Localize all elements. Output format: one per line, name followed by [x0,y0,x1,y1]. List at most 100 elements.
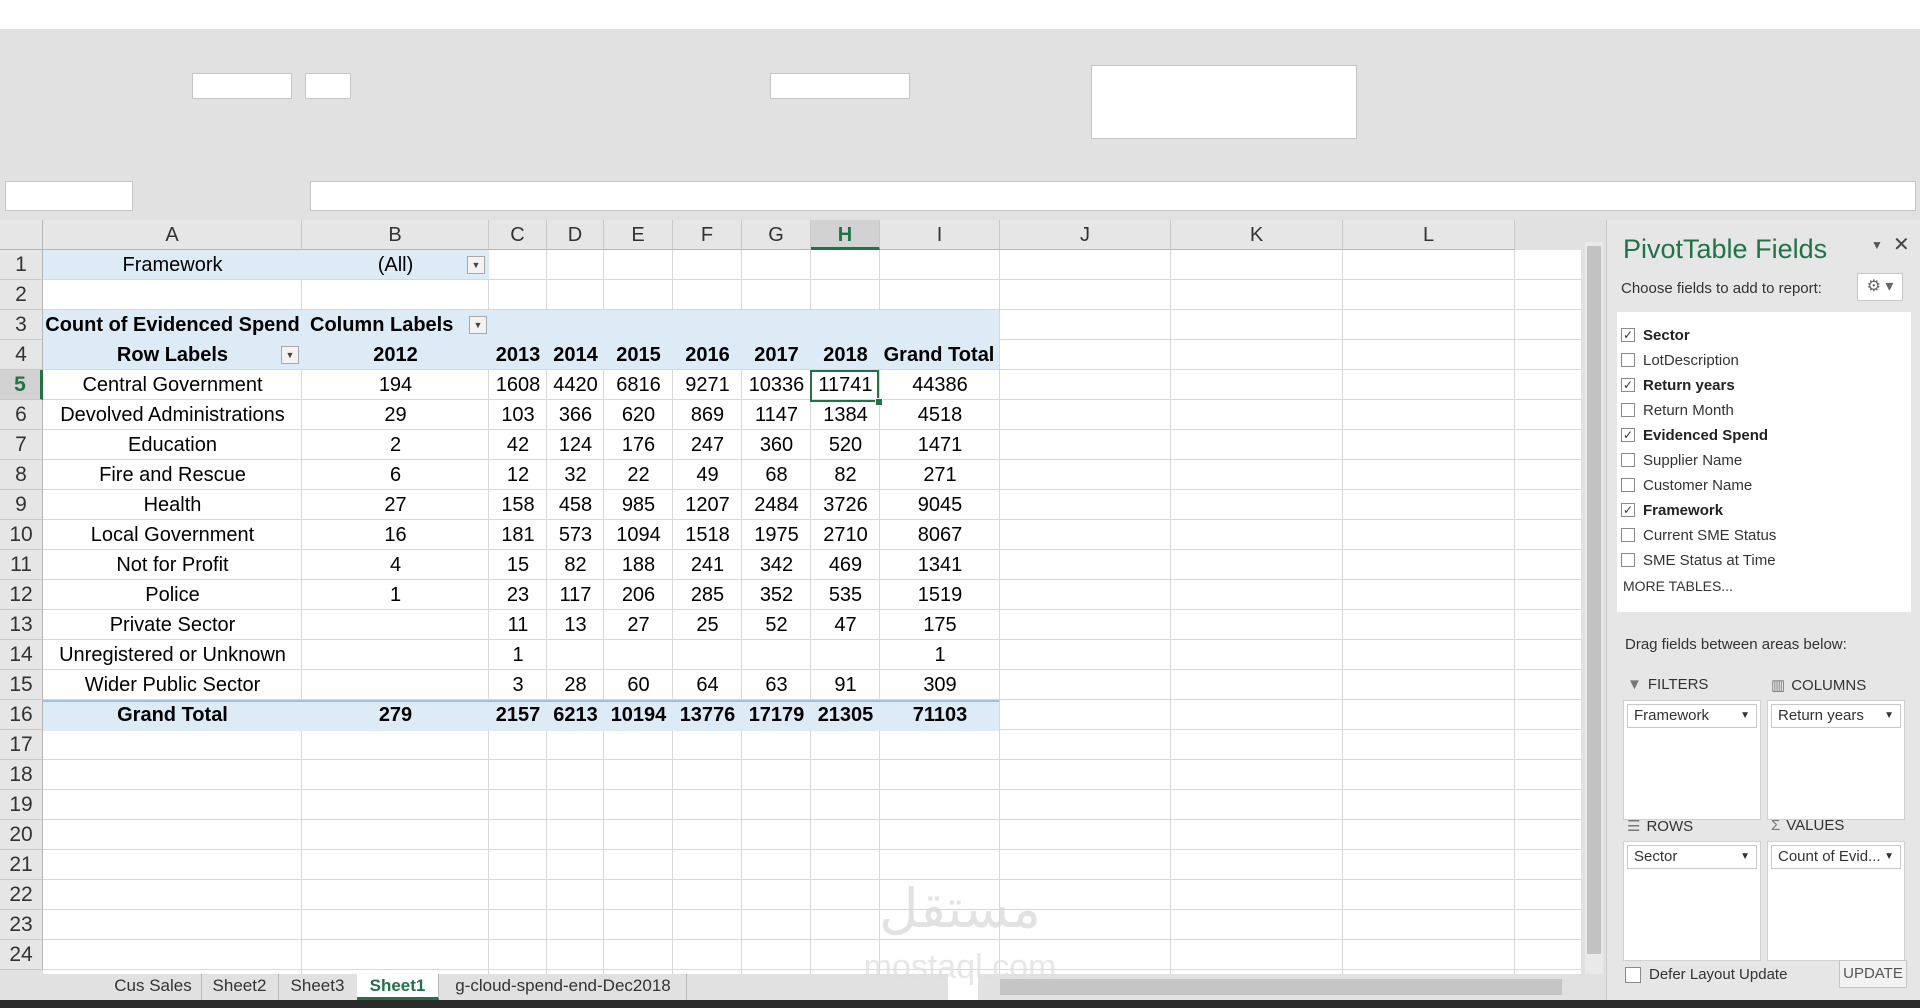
column-header-k[interactable]: K [1171,220,1343,250]
row-header-18[interactable]: 18 [0,760,43,790]
pivot-row-value[interactable]: 117 [547,580,604,610]
column-header-h[interactable]: H [811,220,880,250]
pivot-row-value[interactable]: 1384 [811,400,880,430]
pivot-row-label[interactable]: Police [43,580,302,610]
row-header-24[interactable]: 24 [0,940,43,970]
font-name-box[interactable] [192,73,292,99]
year-header-2018[interactable]: 2018 [811,340,880,370]
rows-field-pill[interactable]: Sector ▼ [1627,845,1757,869]
pivot-row-value[interactable]: 2484 [742,490,811,520]
pivot-row-value[interactable] [604,640,673,670]
pivot-row-value[interactable]: 47 [811,610,880,640]
sheet-tab[interactable]: Sheet1 [357,974,439,1000]
row-header-12[interactable]: 12 [0,580,43,610]
rows-area[interactable]: Sector ▼ [1623,841,1761,961]
row-header-3[interactable]: 3 [0,310,43,340]
pivot-row-value[interactable]: 520 [811,430,880,460]
grand-total-header-cell[interactable]: Grand Total [879,340,999,370]
column-header-j[interactable]: J [1000,220,1171,250]
pivot-row-total[interactable]: 9045 [880,490,1000,520]
pivot-row-value[interactable]: 176 [604,430,673,460]
pivot-row-value[interactable]: 60 [604,670,673,700]
pivot-row-value[interactable]: 13 [547,610,604,640]
column-header-l[interactable]: L [1343,220,1515,250]
pivot-row-value[interactable]: 1 [302,580,489,610]
pivot-row-total[interactable]: 1471 [880,430,1000,460]
pivot-row-label[interactable]: Central Government [43,370,302,400]
pivot-row-value[interactable]: 49 [673,460,742,490]
row-header-1[interactable]: 1 [0,250,43,280]
cell-area[interactable]: Framework (All) ▼ Count of Evidenced Spe… [43,250,1581,974]
pivot-row-total[interactable]: 1341 [880,550,1000,580]
filter-value-cell[interactable]: (All) [302,250,489,280]
pivot-row-label[interactable]: Not for Profit [43,550,302,580]
row-header-15[interactable]: 15 [0,670,43,700]
filters-area[interactable]: Framework ▼ [1623,700,1761,820]
pivot-row-label[interactable]: Education [43,430,302,460]
pivot-row-label[interactable]: Unregistered or Unknown [43,640,302,670]
year-header-2012[interactable]: 2012 [302,340,489,370]
year-header-2016[interactable]: 2016 [673,340,742,370]
pivot-row-value[interactable]: 342 [742,550,811,580]
grand-total-row-value[interactable]: 279 [302,700,489,730]
pivot-row-value[interactable]: 9271 [673,370,742,400]
row-header-7[interactable]: 7 [0,430,43,460]
pivot-row-value[interactable]: 25 [673,610,742,640]
filter-label-cell[interactable]: Framework [43,250,302,280]
column-header-b[interactable]: B [302,220,489,250]
filters-field-pill[interactable]: Framework ▼ [1627,704,1757,728]
pivot-row-value[interactable]: 32 [547,460,604,490]
more-tables-link[interactable]: MORE TABLES... [1623,578,1733,594]
pivot-row-value[interactable]: 247 [673,430,742,460]
pivot-row-value[interactable]: 3726 [811,490,880,520]
year-header-2014[interactable]: 2014 [547,340,604,370]
pivot-row-value[interactable]: 1 [489,640,547,670]
pivot-row-value[interactable]: 91 [811,670,880,700]
pivot-row-value[interactable]: 42 [489,430,547,460]
column-header-i[interactable]: I [880,220,1000,250]
pivot-row-value[interactable]: 82 [811,460,880,490]
sheet-tab[interactable]: g-cloud-spend-end-Dec2018 [440,974,687,1000]
row-header-14[interactable]: 14 [0,640,43,670]
field-checkbox[interactable]: ✓ [1621,328,1635,342]
grand-total-row-value[interactable]: 13776 [673,700,742,730]
pivot-row-value[interactable]: 620 [604,400,673,430]
pivot-row-value[interactable] [302,610,489,640]
field-checkbox[interactable]: ✓ [1621,428,1635,442]
pivot-row-value[interactable]: 360 [742,430,811,460]
pivot-row-value[interactable]: 1207 [673,490,742,520]
number-format-box[interactable] [770,73,910,99]
pivot-row-value[interactable] [547,640,604,670]
columns-field-pill[interactable]: Return years ▼ [1771,704,1901,728]
select-all-corner[interactable] [0,220,43,250]
field-checkbox[interactable] [1621,553,1635,567]
gear-icon[interactable]: ⚙ ▾ [1857,273,1903,301]
pane-options-icon[interactable]: ▼ [1871,238,1883,252]
pivot-row-value[interactable]: 206 [604,580,673,610]
update-button[interactable]: UPDATE [1839,960,1907,988]
horizontal-scrollbar[interactable] [1000,979,1562,995]
column-labels-dropdown-button[interactable]: ▼ [469,316,487,334]
column-header-g[interactable]: G [742,220,811,250]
year-header-2015[interactable]: 2015 [604,340,673,370]
row-header-16[interactable]: 16 [0,700,43,730]
pivot-row-value[interactable] [302,640,489,670]
pivot-row-value[interactable]: 241 [673,550,742,580]
pivot-row-value[interactable]: 985 [604,490,673,520]
pivot-row-value[interactable]: 194 [302,370,489,400]
pivot-row-value[interactable]: 68 [742,460,811,490]
column-labels-cell[interactable]: Column Labels [302,310,497,340]
row-header-8[interactable]: 8 [0,460,43,490]
pivot-row-value[interactable]: 3 [489,670,547,700]
formula-input[interactable] [310,181,1916,211]
row-header-10[interactable]: 10 [0,520,43,550]
font-size-box[interactable] [305,73,351,99]
pivot-row-value[interactable]: 27 [302,490,489,520]
pivot-row-value[interactable]: 535 [811,580,880,610]
pivot-row-value[interactable]: 869 [673,400,742,430]
row-header-2[interactable]: 2 [0,280,43,310]
pivot-row-value[interactable]: 124 [547,430,604,460]
vertical-scroll-thumb[interactable] [1587,246,1601,954]
grand-total-row-value[interactable]: 10194 [604,700,673,730]
pivot-row-value[interactable]: 4 [302,550,489,580]
